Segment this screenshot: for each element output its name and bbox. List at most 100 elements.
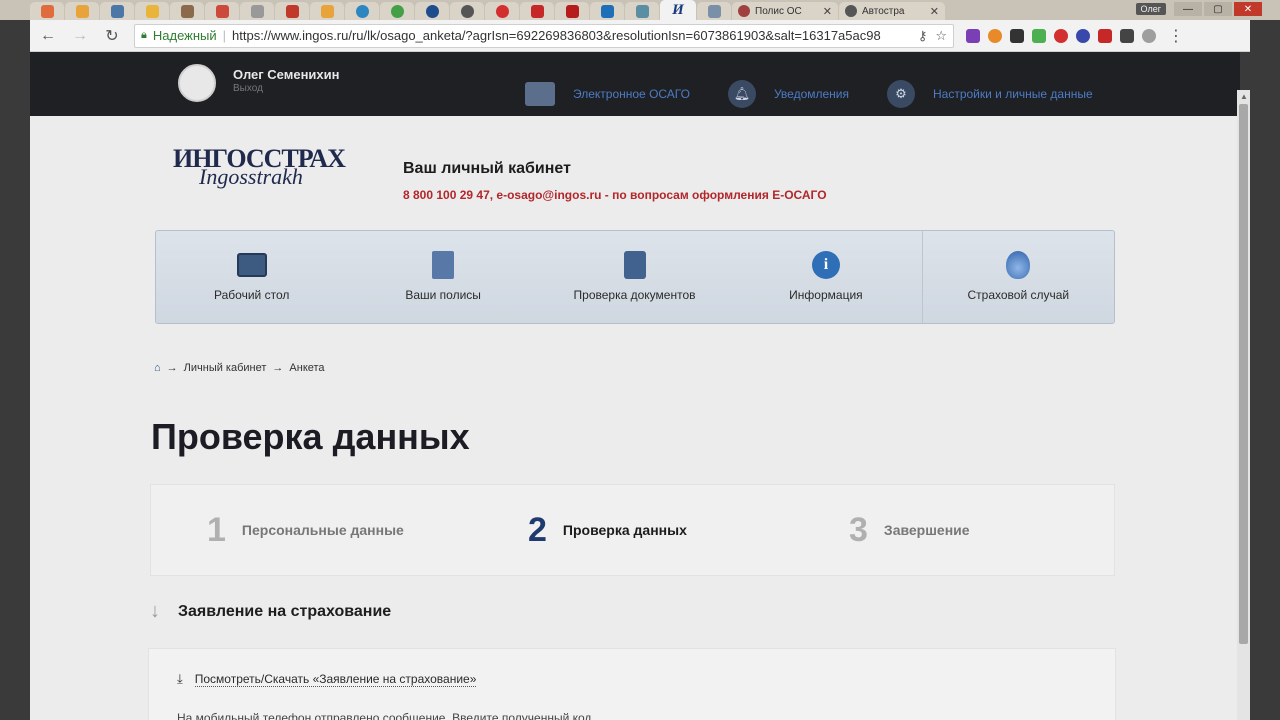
extensions-row: ⋮ (966, 26, 1184, 46)
close-window-button[interactable]: ✕ (1234, 2, 1262, 16)
progress-steps: 1 Персональные данные 2 Проверка данных … (150, 484, 1115, 576)
extension-icon[interactable] (966, 28, 980, 43)
browser-tab[interactable] (310, 2, 344, 20)
window-controls: Олег — ▢ ✕ (1135, 2, 1262, 16)
browser-tab[interactable] (485, 2, 519, 20)
nav-item-information[interactable]: i Информация (730, 231, 921, 323)
logout-link[interactable]: Выход (233, 83, 263, 94)
maximize-button[interactable]: ▢ (1204, 2, 1232, 16)
extension-icon[interactable] (1076, 28, 1090, 43)
nav-item-label: Проверка документов (573, 288, 696, 302)
site-favicon-icon (145, 4, 159, 18)
browser-tab[interactable] (30, 2, 64, 20)
browser-tab[interactable] (135, 2, 169, 20)
cabinet-title: Ваш личный кабинет (403, 160, 571, 177)
close-tab-icon[interactable]: ✕ (930, 5, 939, 18)
browser-tab-strip: И Полис ОС ✕ Автостра ✕ Олег — ▢ ✕ (0, 0, 1280, 20)
browser-tab[interactable] (555, 2, 589, 20)
notifications-link[interactable]: 🔔︎ Уведомления (727, 80, 849, 108)
step-number: 1 (207, 510, 226, 549)
user-name: Олег Семенихин (233, 67, 340, 82)
browser-tab[interactable]: Автостра ✕ (839, 2, 945, 20)
extension-icon[interactable] (1010, 28, 1024, 43)
scroll-up-icon[interactable]: ▲ (1240, 92, 1248, 101)
browser-tab[interactable] (415, 2, 449, 20)
application-panel: ⤓ Посмотреть/Скачать «Заявление на страх… (148, 648, 1116, 720)
settings-link[interactable]: ⚙ Настройки и личные данные (887, 80, 1093, 108)
site-favicon-icon (425, 4, 439, 18)
close-tab-icon[interactable]: ✕ (823, 5, 832, 18)
browser-tab[interactable] (380, 2, 414, 20)
address-separator: | (222, 28, 227, 43)
site-favicon-icon (738, 5, 750, 17)
profile-badge[interactable]: Олег (1135, 3, 1166, 15)
address-bar[interactable]: 🔒︎ Надежный | https://www.ingos.ru/ru/lk… (134, 23, 954, 48)
download-link-text: Посмотреть/Скачать «Заявление на страхов… (194, 671, 477, 687)
settings-label: Настройки и личные данные (933, 87, 1093, 101)
lock-icon: 🔒︎ (141, 29, 147, 41)
site-favicon-icon (40, 4, 54, 18)
forward-arrow-icon[interactable]: → (70, 27, 90, 45)
nav-item-policies[interactable]: Ваши полисы (347, 231, 538, 323)
browser-tab[interactable] (520, 2, 554, 20)
browser-tab[interactable] (697, 2, 731, 20)
notifications-label: Уведомления (773, 87, 849, 101)
download-application-link[interactable]: ⤓ Посмотреть/Скачать «Заявление на страх… (177, 671, 477, 687)
site-favicon-icon (565, 4, 579, 18)
avatar[interactable] (178, 64, 216, 102)
back-arrow-icon[interactable]: ← (38, 27, 58, 45)
nav-item-documents-check[interactable]: Проверка документов (539, 231, 730, 323)
browser-tab[interactable] (100, 2, 134, 20)
browser-tab-active[interactable]: И (660, 0, 696, 20)
site-favicon-icon (215, 4, 229, 18)
extension-icon[interactable] (1142, 28, 1156, 43)
page-scrollbar[interactable]: ▲ (1237, 90, 1250, 720)
breadcrumb-item[interactable]: Личный кабинет (184, 362, 267, 374)
sms-notice: На мобильный телефон отправлено сообщени… (177, 711, 592, 720)
breadcrumb: ⌂ → Личный кабинет → Анкета (154, 362, 325, 374)
bell-icon: 🔔︎ (727, 80, 756, 108)
extension-icon[interactable] (1120, 28, 1134, 43)
arrow-down-icon[interactable]: ↓ (150, 600, 160, 623)
browser-tab[interactable] (345, 2, 379, 20)
step-personal-data[interactable]: 1 Персональные данные (151, 511, 472, 550)
main-nav: Рабочий стол Ваши полисы Проверка докуме… (155, 230, 1115, 324)
home-icon[interactable]: ⌂ (154, 362, 161, 374)
extension-icon[interactable] (1054, 28, 1068, 43)
browser-tab[interactable] (240, 2, 274, 20)
minimize-button[interactable]: — (1174, 2, 1202, 16)
gear-icon: ⚙ (887, 80, 915, 108)
site-favicon-icon (180, 4, 194, 18)
site-favicon-icon (495, 4, 509, 18)
e-osago-link[interactable]: Электронное ОСАГО (525, 82, 690, 106)
nav-item-insurance-case[interactable]: Страховой случай (921, 231, 1114, 323)
section-header[interactable]: ↓ Заявление на страхование (150, 600, 391, 623)
extension-icon[interactable] (988, 28, 1002, 43)
bookmark-star-icon[interactable]: ☆ (935, 28, 947, 44)
breadcrumb-separator: → (272, 362, 284, 374)
step-label: Проверка данных (562, 522, 687, 538)
site-favicon-icon (707, 4, 721, 18)
key-icon[interactable]: ⚷ (918, 28, 928, 44)
scrollbar-thumb[interactable] (1239, 104, 1248, 644)
tab-title: Автостра (862, 5, 905, 17)
browser-tab[interactable] (205, 2, 239, 20)
browser-tab[interactable] (590, 2, 624, 20)
browser-menu-icon[interactable]: ⋮ (1168, 26, 1184, 46)
extension-icon[interactable] (1032, 28, 1046, 43)
nav-item-desktop[interactable]: Рабочий стол (156, 231, 347, 323)
e-osago-label: Электронное ОСАГО (573, 87, 690, 101)
browser-tab[interactable]: Полис ОС ✕ (732, 2, 838, 20)
browser-tab[interactable] (170, 2, 204, 20)
extension-icon[interactable] (1098, 28, 1112, 43)
ingosstrakh-logo[interactable]: ИНГОССТРАХ Ingosstrakh (173, 144, 346, 190)
browser-tab[interactable] (275, 2, 309, 20)
url-text[interactable]: https://www.ingos.ru/ru/lk/osago_anketa/… (232, 28, 881, 43)
browser-tab[interactable] (625, 2, 659, 20)
page-title: Проверка данных (151, 416, 470, 457)
browser-tab[interactable] (450, 2, 484, 20)
reload-icon[interactable]: ↻ (102, 26, 122, 46)
browser-tab[interactable] (65, 2, 99, 20)
fire-icon (1006, 251, 1031, 279)
document-icon (432, 251, 455, 279)
